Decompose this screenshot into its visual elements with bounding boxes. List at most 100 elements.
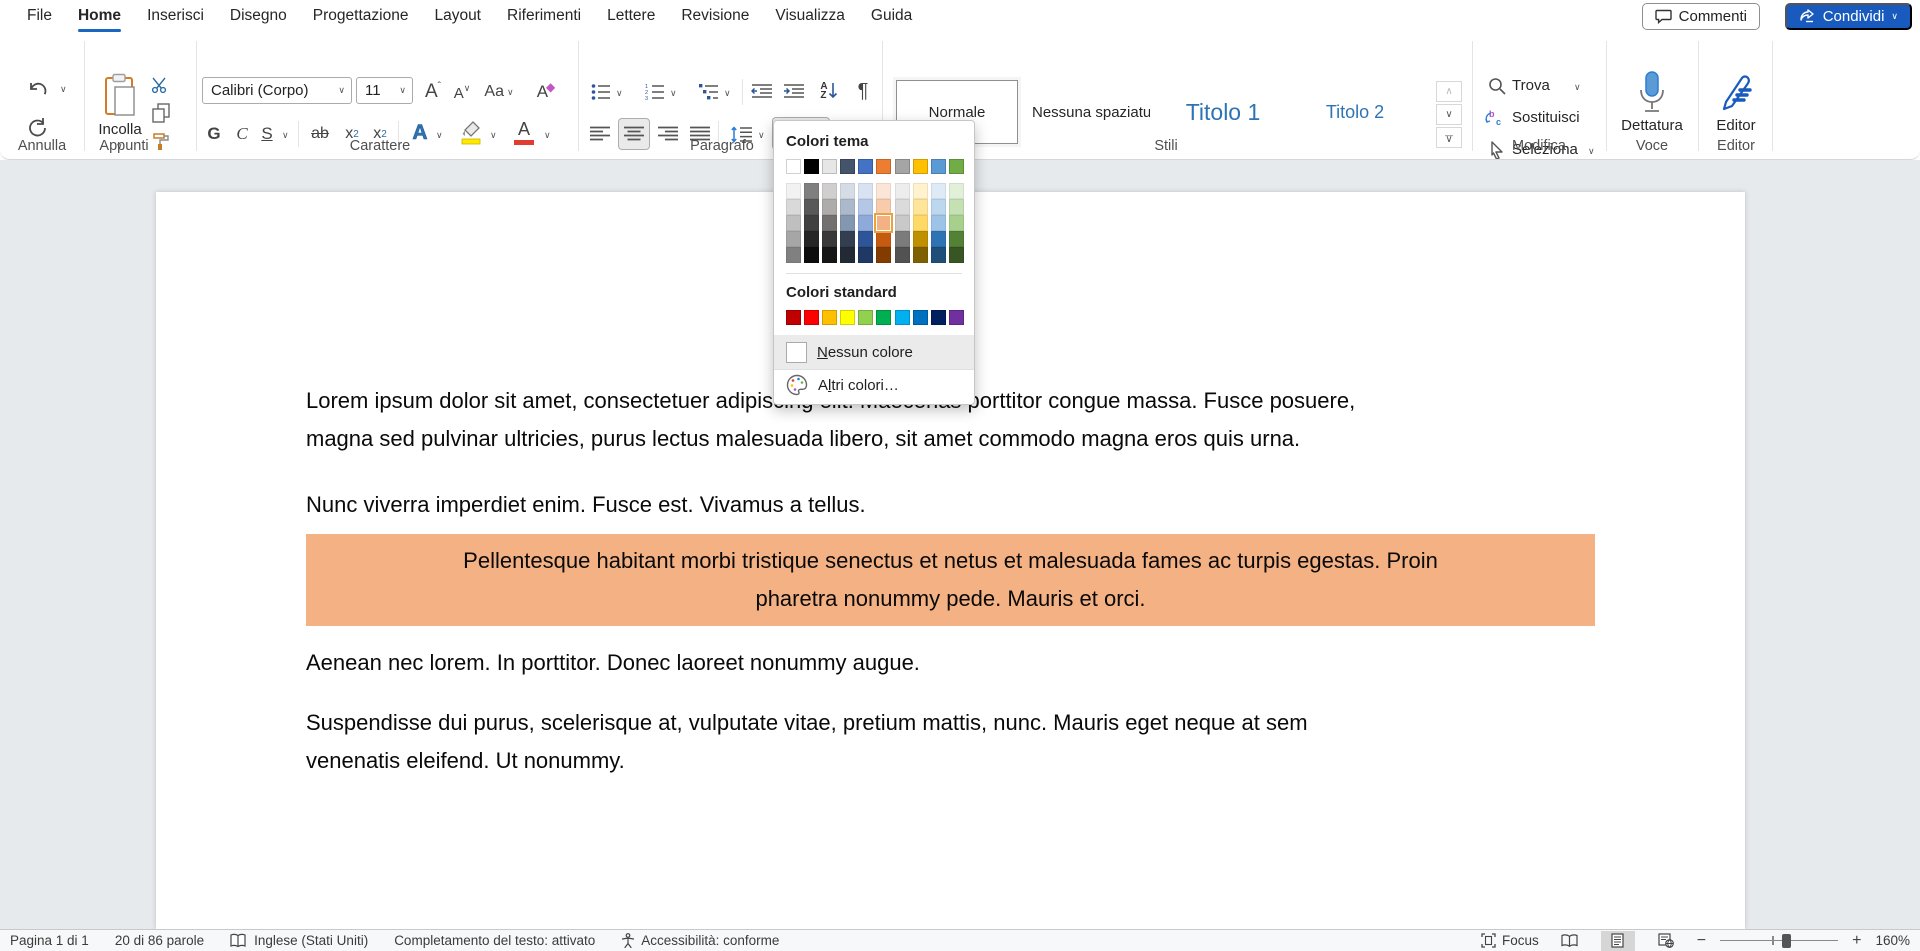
color-swatch[interactable] — [822, 231, 837, 247]
menu-item-revisione[interactable]: Revisione — [668, 0, 762, 33]
color-swatch[interactable] — [876, 159, 891, 174]
color-swatch[interactable] — [895, 183, 910, 199]
style-card-titolo-2[interactable]: Titolo 2 — [1294, 83, 1416, 141]
color-swatch[interactable] — [858, 310, 873, 325]
zoom-slider[interactable] — [1720, 931, 1838, 951]
read-mode-view-button[interactable] — [1553, 931, 1587, 951]
menu-item-layout[interactable]: Layout — [421, 0, 494, 33]
color-swatch[interactable] — [786, 247, 801, 263]
find-chevron-icon[interactable]: ∨ — [1574, 83, 1581, 92]
color-swatch[interactable] — [949, 159, 964, 174]
menu-item-progettazione[interactable]: Progettazione — [300, 0, 422, 33]
format-painter-icon[interactable] — [148, 129, 174, 153]
bold-button[interactable]: G — [202, 121, 226, 147]
undo-button[interactable] — [22, 75, 54, 105]
sort-button[interactable]: AZ — [814, 77, 844, 105]
color-swatch[interactable] — [913, 159, 928, 174]
paste-button[interactable] — [98, 71, 142, 121]
zoom-slider-thumb[interactable] — [1782, 934, 1791, 948]
italic-button[interactable]: C — [230, 121, 254, 147]
color-swatch[interactable] — [840, 199, 855, 215]
color-swatch[interactable] — [804, 310, 819, 325]
color-swatch[interactable] — [804, 199, 819, 215]
color-swatch[interactable] — [949, 199, 964, 215]
line-spacing-chevron-icon[interactable]: ∨ — [758, 131, 765, 140]
color-swatch[interactable] — [840, 310, 855, 325]
zoom-level[interactable]: 160% — [1875, 933, 1910, 948]
find-label[interactable]: Trova — [1512, 77, 1550, 94]
color-swatch[interactable] — [949, 247, 964, 263]
color-swatch[interactable] — [931, 231, 946, 247]
clear-formatting-button[interactable]: A◆ — [532, 79, 560, 105]
bullet-list-button[interactable] — [588, 79, 614, 105]
color-swatch[interactable] — [876, 215, 891, 231]
styles-gallery-more-button[interactable]: —∨ — [1436, 127, 1462, 148]
accessibility-status[interactable]: Accessibilità: conforme — [621, 933, 779, 948]
highlight-chevron-icon[interactable]: ∨ — [490, 131, 497, 140]
show-formatting-button[interactable]: ¶ — [850, 77, 876, 105]
align-center-button[interactable] — [618, 118, 650, 150]
color-swatch[interactable] — [931, 215, 946, 231]
color-swatch[interactable] — [949, 310, 964, 325]
color-swatch[interactable] — [804, 247, 819, 263]
multilevel-list-chevron-icon[interactable]: ∨ — [724, 89, 731, 98]
color-swatch[interactable] — [913, 215, 928, 231]
color-swatch[interactable] — [895, 159, 910, 174]
color-swatch[interactable] — [840, 247, 855, 263]
color-swatch[interactable] — [840, 215, 855, 231]
text-effects-chevron-icon[interactable]: ∨ — [436, 131, 443, 140]
align-left-button[interactable] — [586, 121, 614, 147]
color-swatch[interactable] — [858, 215, 873, 231]
color-swatch[interactable] — [804, 159, 819, 174]
color-swatch[interactable] — [822, 310, 837, 325]
color-swatch[interactable] — [822, 199, 837, 215]
chevron-down-icon[interactable]: ∨ — [338, 86, 345, 95]
paste-label[interactable]: Incolla — [98, 121, 141, 138]
chevron-down-icon[interactable]: ∨ — [399, 86, 406, 95]
font-name-combo[interactable]: Calibri (Corpo) ∨ — [202, 77, 352, 104]
color-swatch[interactable] — [822, 183, 837, 199]
color-swatch[interactable] — [876, 247, 891, 263]
focus-mode-button[interactable]: Focus — [1481, 933, 1539, 948]
color-swatch[interactable] — [786, 310, 801, 325]
color-swatch[interactable] — [913, 247, 928, 263]
editor-label[interactable]: Editor — [1716, 117, 1755, 134]
zoom-in-button[interactable]: + — [1852, 932, 1861, 950]
color-swatch[interactable] — [786, 159, 801, 174]
decrease-indent-button[interactable] — [748, 79, 776, 105]
font-color-button[interactable]: A — [510, 117, 538, 147]
color-swatch[interactable] — [876, 183, 891, 199]
color-swatch[interactable] — [931, 310, 946, 325]
zoom-out-button[interactable]: − — [1697, 932, 1706, 950]
print-layout-view-button[interactable] — [1601, 931, 1635, 951]
styles-gallery-down-button[interactable]: ∨ — [1436, 104, 1462, 125]
color-swatch[interactable] — [895, 231, 910, 247]
color-swatch[interactable] — [913, 183, 928, 199]
color-swatch[interactable] — [876, 231, 891, 247]
numbered-list-button[interactable]: 123 — [642, 79, 668, 105]
menu-item-home[interactable]: Home — [65, 0, 134, 33]
color-swatch[interactable] — [913, 231, 928, 247]
color-swatch[interactable] — [786, 231, 801, 247]
no-color-menu-item[interactable]: Nessun colore — [774, 335, 974, 369]
color-swatch[interactable] — [949, 183, 964, 199]
menu-item-inserisci[interactable]: Inserisci — [134, 0, 217, 33]
color-swatch[interactable] — [949, 215, 964, 231]
color-swatch[interactable] — [895, 310, 910, 325]
color-swatch[interactable] — [895, 215, 910, 231]
color-swatch[interactable] — [822, 215, 837, 231]
color-swatch[interactable] — [913, 199, 928, 215]
font-size-combo[interactable]: 11 ∨ — [356, 77, 413, 104]
color-swatch[interactable] — [931, 247, 946, 263]
web-layout-view-button[interactable] — [1649, 931, 1683, 951]
menu-item-file[interactable]: File — [14, 0, 65, 33]
color-swatch[interactable] — [858, 183, 873, 199]
copy-icon[interactable] — [148, 101, 174, 125]
color-swatch[interactable] — [840, 183, 855, 199]
color-swatch[interactable] — [858, 199, 873, 215]
menu-item-riferimenti[interactable]: Riferimenti — [494, 0, 594, 33]
color-swatch[interactable] — [858, 231, 873, 247]
shrink-font-button[interactable]: A∨ — [450, 81, 474, 105]
color-swatch[interactable] — [876, 310, 891, 325]
color-swatch[interactable] — [913, 310, 928, 325]
